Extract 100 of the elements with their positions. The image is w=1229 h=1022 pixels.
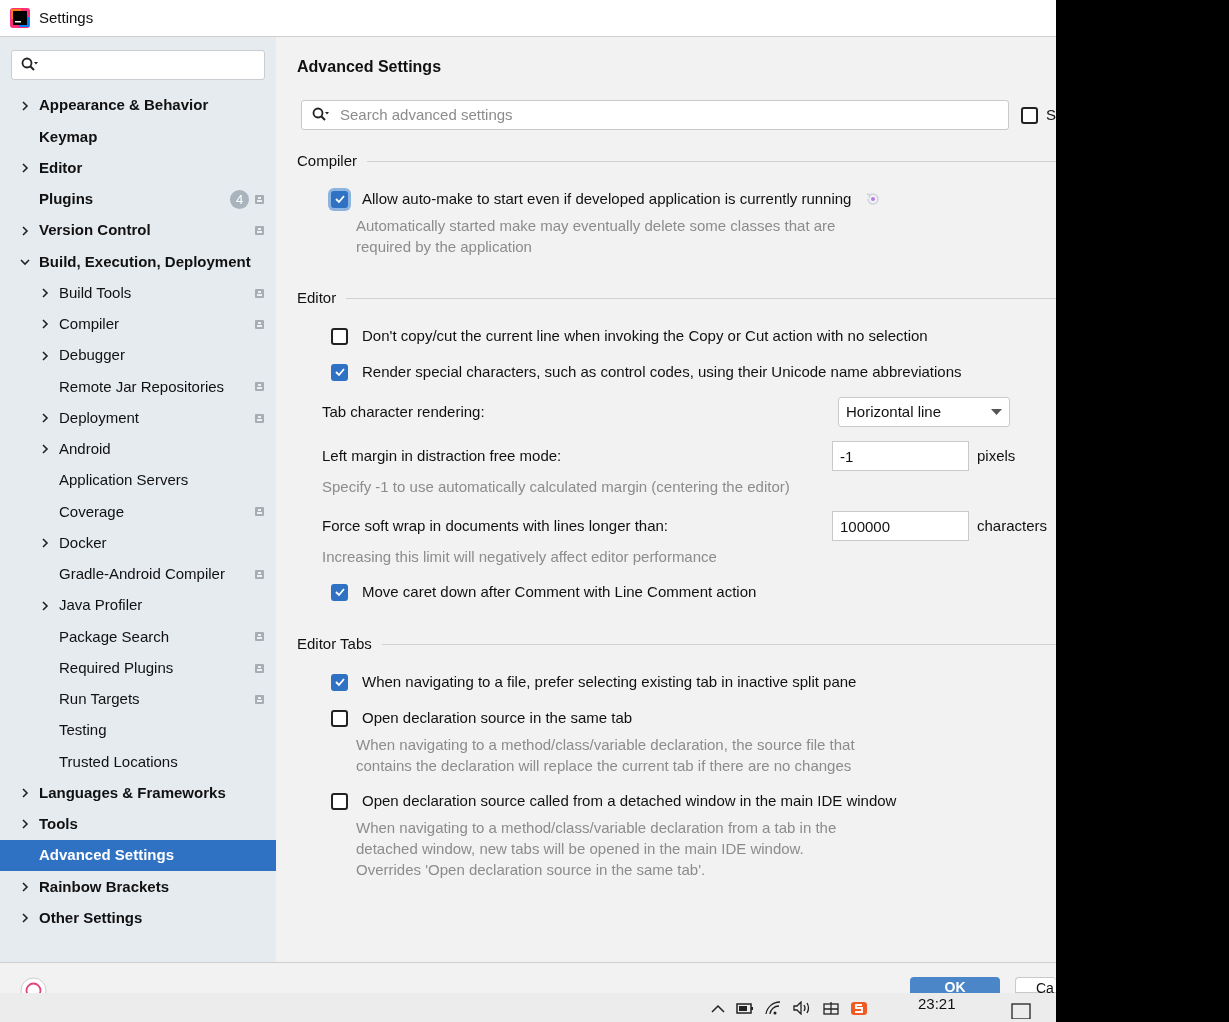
number-field[interactable]: -1: [832, 441, 969, 471]
checkbox[interactable]: [331, 709, 348, 727]
chevron-right-icon[interactable]: [40, 350, 50, 361]
chevron-right-icon[interactable]: [20, 788, 30, 799]
option-label: Open declaration source called from a detached window in the main IDE window: [362, 790, 897, 811]
project-scope-icon: [255, 663, 264, 673]
clock-time[interactable]: 23:21: [918, 993, 956, 1016]
sidebar-item[interactable]: Testing: [0, 715, 276, 747]
sidebar-item-label: Java Profiler: [59, 595, 143, 616]
sidebar-item[interactable]: Package Search: [0, 621, 276, 653]
project-scope-icon: [255, 413, 264, 423]
chevron-right-icon[interactable]: [40, 319, 50, 330]
help-icon[interactable]: [20, 977, 47, 993]
sidebar-item-label: Android: [59, 439, 111, 460]
sidebar-item-label: Build Tools: [59, 282, 132, 303]
sidebar-item[interactable]: Rainbow Brackets: [0, 871, 276, 903]
chevron-right-icon[interactable]: [20, 819, 30, 830]
sidebar-item[interactable]: Required Plugins: [0, 652, 276, 684]
project-scope-icon: [255, 694, 264, 704]
sidebar-search-field[interactable]: [11, 50, 265, 80]
wifi-icon[interactable]: [764, 1000, 782, 1015]
sidebar-item[interactable]: Other Settings: [0, 902, 276, 934]
sidebar-item-label: Testing: [59, 720, 107, 741]
sidebar-item[interactable]: Advanced Settings: [0, 840, 276, 872]
chevron-right-icon[interactable]: [40, 288, 50, 299]
chevron-right-icon[interactable]: [40, 444, 50, 455]
dropdown[interactable]: Horizontal line: [838, 397, 1010, 427]
sidebar-item-label: Docker: [59, 532, 107, 553]
sidebar-item-label: Debugger: [59, 345, 125, 366]
chevron-right-icon[interactable]: [20, 913, 30, 924]
chevron-up-icon[interactable]: [710, 1002, 726, 1013]
speaker-icon[interactable]: [792, 1000, 812, 1015]
sidebar-item[interactable]: Languages & Frameworks: [0, 777, 276, 809]
chevron-right-icon[interactable]: [20, 881, 30, 892]
project-scope-icon: [255, 319, 264, 329]
project-scope-icon: [255, 194, 264, 204]
checkbox[interactable]: [331, 363, 348, 381]
chevron-right-icon[interactable]: [40, 538, 50, 549]
sidebar-item[interactable]: Appearance & Behavior: [0, 90, 276, 122]
notification-icon[interactable]: [1010, 1002, 1031, 1019]
sidebar-item-label: Trusted Locations: [59, 751, 178, 772]
chevron-down-icon[interactable]: [20, 256, 30, 267]
sidebar-item[interactable]: Build Tools: [0, 277, 276, 309]
sidebar-item[interactable]: Remote Jar Repositories: [0, 371, 276, 403]
checkbox-label: S: [1046, 104, 1056, 125]
sidebar-item[interactable]: Tools: [0, 808, 276, 840]
sidebar-item[interactable]: Keymap: [0, 121, 276, 153]
cancel-button[interactable]: Ca: [1015, 977, 1056, 993]
sidebar-item[interactable]: Run Targets: [0, 683, 276, 715]
sidebar-item-label: Package Search: [59, 626, 170, 647]
option-label: Don't copy/cut the current line when invoking the Copy or Cut action with no selection: [362, 325, 928, 346]
chevron-right-icon[interactable]: [20, 100, 30, 111]
sidebar-item-label: Plugins: [39, 189, 94, 210]
sidebar-item[interactable]: Application Servers: [0, 465, 276, 497]
sidebar-item[interactable]: Java Profiler: [0, 590, 276, 622]
option-description: Increasing this limit will negatively affect editor performance: [322, 547, 718, 567]
sidebar-item[interactable]: Android: [0, 433, 276, 465]
ok-button[interactable]: OK: [910, 977, 1000, 993]
search-input[interactable]: Search advanced settings: [340, 103, 998, 127]
sidebar-item[interactable]: Editor: [0, 152, 276, 184]
sidebar-item[interactable]: Plugins 4: [0, 183, 276, 215]
sidebar-item[interactable]: Trusted Locations: [0, 746, 276, 778]
checkbox[interactable]: [331, 327, 348, 345]
checkbox[interactable]: [331, 190, 348, 208]
chevron-right-icon[interactable]: [40, 413, 50, 424]
battery-icon[interactable]: [736, 1001, 754, 1014]
sidebar-item[interactable]: Docker: [0, 527, 276, 559]
chevron-right-icon[interactable]: [20, 225, 30, 236]
search-icon: [312, 107, 330, 123]
sidebar-item[interactable]: Deployment: [0, 402, 276, 434]
checkmark-icon: [333, 586, 346, 598]
sidebar-item[interactable]: Compiler: [0, 308, 276, 340]
sidebar-item-label: Deployment: [59, 407, 140, 428]
settings-search-field[interactable]: Search advanced settings: [301, 100, 1009, 130]
sidebar-item-label: Languages & Frameworks: [39, 782, 226, 803]
sidebar-item[interactable]: Build, Execution, Deployment: [0, 246, 276, 278]
option-description: Specify -1 to use automatically calculated margin (centering the editor): [322, 477, 791, 497]
sidebar-item-label: Version Control: [39, 220, 151, 241]
sidebar-item[interactable]: Gradle-Android Compiler: [0, 558, 276, 590]
option-label: Left margin in distraction free mode:: [322, 445, 563, 466]
input-method-icon[interactable]: [850, 1000, 868, 1015]
number-field[interactable]: 100000: [832, 511, 969, 541]
option-description: When navigating to a method/class/variable declaration from a tab in the detached window, new tabs will be opened in the main IDE window. Overrides 'Open declaration source in the same tab'.: [355, 818, 838, 880]
app-logo-icon: [10, 8, 30, 28]
chevron-right-icon[interactable]: [40, 600, 50, 611]
option-label: Open declaration source in the same tab: [362, 707, 633, 728]
checkbox[interactable]: [331, 673, 348, 691]
sidebar-item-label: Gradle-Android Compiler: [59, 564, 225, 585]
keyboard-layout-icon[interactable]: [822, 1000, 840, 1015]
chevron-right-icon[interactable]: [20, 163, 30, 174]
checkbox[interactable]: [1021, 106, 1038, 124]
sidebar-item-label: Keymap: [39, 126, 98, 147]
dropdown-arrow-icon: [991, 409, 1002, 415]
sidebar-item[interactable]: Version Control: [0, 215, 276, 247]
sidebar-item-label: Tools: [39, 814, 78, 835]
sidebar-item[interactable]: Debugger: [0, 340, 276, 372]
unit-label: characters: [977, 515, 1048, 536]
checkbox[interactable]: [331, 792, 348, 810]
checkbox[interactable]: [331, 583, 348, 601]
sidebar-item[interactable]: Coverage: [0, 496, 276, 528]
